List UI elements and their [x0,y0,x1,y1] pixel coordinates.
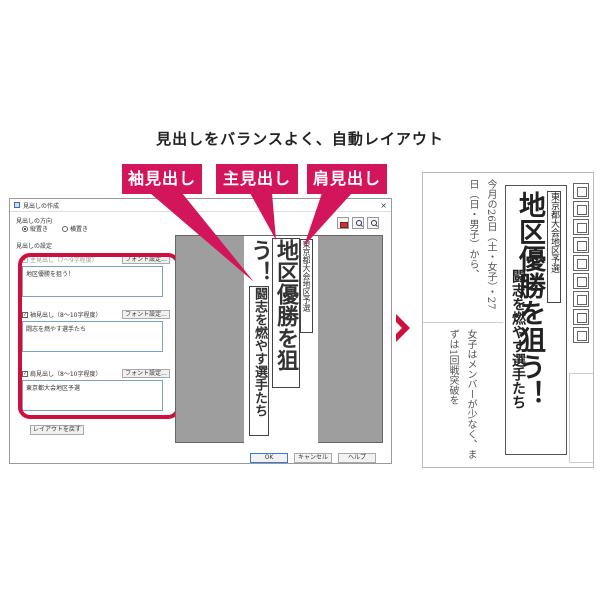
headline: 見出しをバランスよく、自動レイアウト [156,130,444,148]
reset-layout-button[interactable]: レイアウトを戻す [30,425,84,435]
cancel-button[interactable]: キャンセル [294,453,332,463]
preview-shu-text: 地区優勝を狙う！ [247,238,300,388]
tag-shu-midashi: 主見出し [216,164,298,194]
print-icon[interactable] [337,217,349,229]
preview-page: 東京都大会地区予選 地区優勝を狙う！ 闘志を燃やす選手たち [244,236,318,444]
dialog-buttons: OK キャンセル ヘルプ [250,453,376,463]
ok-button[interactable]: OK [250,453,288,463]
paper-divider [423,322,503,323]
settings-label: 見出しの設定 [16,243,53,250]
highlight-frame [18,253,180,419]
ornament-tile [573,309,589,325]
zoom-out-icon[interactable] [367,217,379,229]
ornament-tile [573,327,589,343]
ornament-border [573,183,591,345]
preview-kata-text: 東京都大会地区予選 [300,239,313,333]
tag-sode-midashi: 袖見出し [122,164,202,194]
ornament-tile [573,219,589,235]
ornament-tile [573,291,589,307]
headline-dialog: 見出しの作成 × 見出しの方向 縦置き 横置き 見出しの設定 ✓ 主見出し（7〜… [9,198,392,464]
help-button[interactable]: ヘルプ [338,453,376,463]
close-icon[interactable]: × [380,201,387,210]
radio-horizontal-dot[interactable] [62,225,69,232]
ornament-tile [573,255,589,271]
ornament-tile [573,183,589,199]
preview-sode-text: 闘志を燃やす選手たち [249,286,269,436]
paper-kata-text: 東京都大会地区予選 [547,191,561,303]
paper-sode-text: 闘志を燃やす選手たち [510,269,526,409]
paper-body-top: 今月の26日（土・女子）・27日（日・男子）から、 [467,179,496,310]
dialog-titlebar: 見出しの作成 × [10,199,391,212]
ornament-tile [573,201,589,217]
ornament-tile [573,237,589,253]
radio-horizontal-label: 横置き [70,226,89,233]
newspaper-result: 今月の26日（土・女子）・27日（日・男子）から、 女子はメンバーが少なく、まず… [422,172,594,468]
app-icon [14,202,20,208]
zoom-in-icon[interactable] [352,217,364,229]
tag-kata-midashi: 肩見出し [307,164,387,194]
layout-preview: 東京都大会地区予選 地区優勝を狙う！ 闘志を燃やす選手たち [175,235,383,444]
radio-vertical[interactable]: 縦置き [22,224,48,233]
preview-toolbar [337,217,379,229]
arrow-notch [394,320,402,336]
ornament-tile [573,273,589,289]
radio-horizontal[interactable]: 横置き [62,224,88,233]
radio-vertical-label: 縦置き [30,226,49,233]
radio-vertical-dot[interactable] [22,225,28,232]
direction-radios: 縦置き 横置き [22,224,88,233]
paper-next-column [569,373,593,463]
paper-body-bottom: 女子はメンバーが少なく、まずは1回戦突破を [447,329,476,459]
dialog-title: 見出しの作成 [23,202,60,210]
